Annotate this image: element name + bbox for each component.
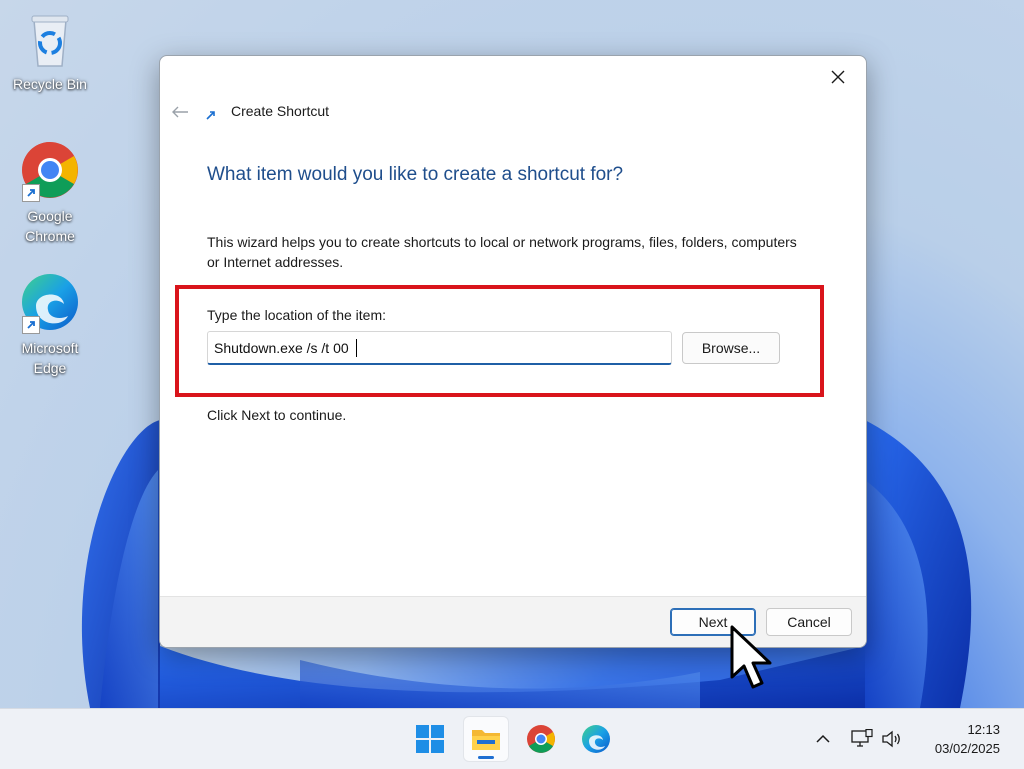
volume-button[interactable] bbox=[880, 724, 904, 754]
chrome-icon bbox=[18, 140, 82, 204]
taskbar-chrome[interactable] bbox=[519, 717, 563, 761]
show-hidden-icons-button[interactable] bbox=[812, 724, 834, 754]
desktop-icon-label: Recycle Bin bbox=[13, 76, 87, 92]
mouse-cursor-icon bbox=[729, 625, 775, 696]
location-label: Type the location of the item: bbox=[207, 307, 386, 323]
desktop-icon-label: Google Chrome bbox=[25, 208, 75, 244]
windows-start-icon bbox=[416, 725, 444, 753]
network-button[interactable] bbox=[850, 724, 874, 754]
clock-date: 03/02/2025 bbox=[934, 741, 1000, 756]
create-shortcut-dialog: Create Shortcut What item would you like… bbox=[159, 55, 867, 648]
dialog-heading: What item would you like to create a sho… bbox=[207, 164, 624, 185]
taskbar-clock[interactable]: 12:13 03/02/2025 bbox=[935, 720, 1000, 758]
taskbar: 12:13 03/02/2025 bbox=[0, 708, 1024, 769]
taskbar-edge[interactable] bbox=[574, 717, 618, 761]
chevron-up-icon bbox=[816, 734, 830, 743]
edge-icon bbox=[18, 272, 82, 336]
speaker-icon bbox=[882, 730, 900, 748]
desktop-icon-microsoft-edge[interactable]: Microsoft Edge bbox=[8, 272, 92, 378]
recycle-bin-icon bbox=[18, 8, 82, 72]
shortcut-arrow-icon bbox=[22, 184, 40, 202]
location-input[interactable] bbox=[207, 331, 672, 365]
clock-time: 12:13 bbox=[967, 722, 1000, 737]
chrome-icon bbox=[527, 725, 555, 753]
browse-button[interactable]: Browse... bbox=[682, 332, 780, 364]
shortcut-wizard-icon bbox=[204, 108, 218, 122]
close-button[interactable] bbox=[820, 62, 856, 92]
edge-icon bbox=[582, 725, 610, 753]
system-tray bbox=[812, 709, 904, 769]
dialog-description: This wizard helps you to create shortcut… bbox=[207, 234, 797, 270]
shortcut-arrow-icon bbox=[22, 316, 40, 334]
network-icon bbox=[851, 729, 873, 747]
back-arrow-icon bbox=[172, 106, 188, 118]
cancel-button[interactable]: Cancel bbox=[766, 608, 852, 636]
taskbar-file-explorer[interactable] bbox=[464, 717, 508, 761]
back-button[interactable] bbox=[168, 100, 192, 124]
desktop-icon-google-chrome[interactable]: Google Chrome bbox=[8, 140, 92, 246]
desktop-icon-label: Microsoft Edge bbox=[21, 340, 79, 376]
close-icon bbox=[831, 70, 845, 84]
start-button[interactable] bbox=[408, 717, 452, 761]
desktop-icon-recycle-bin[interactable]: Recycle Bin bbox=[8, 8, 92, 94]
text-caret bbox=[356, 339, 357, 357]
dialog-title: Create Shortcut bbox=[231, 103, 330, 119]
active-indicator bbox=[478, 756, 494, 759]
continue-hint: Click Next to continue. bbox=[207, 407, 347, 423]
file-explorer-icon bbox=[472, 730, 500, 750]
